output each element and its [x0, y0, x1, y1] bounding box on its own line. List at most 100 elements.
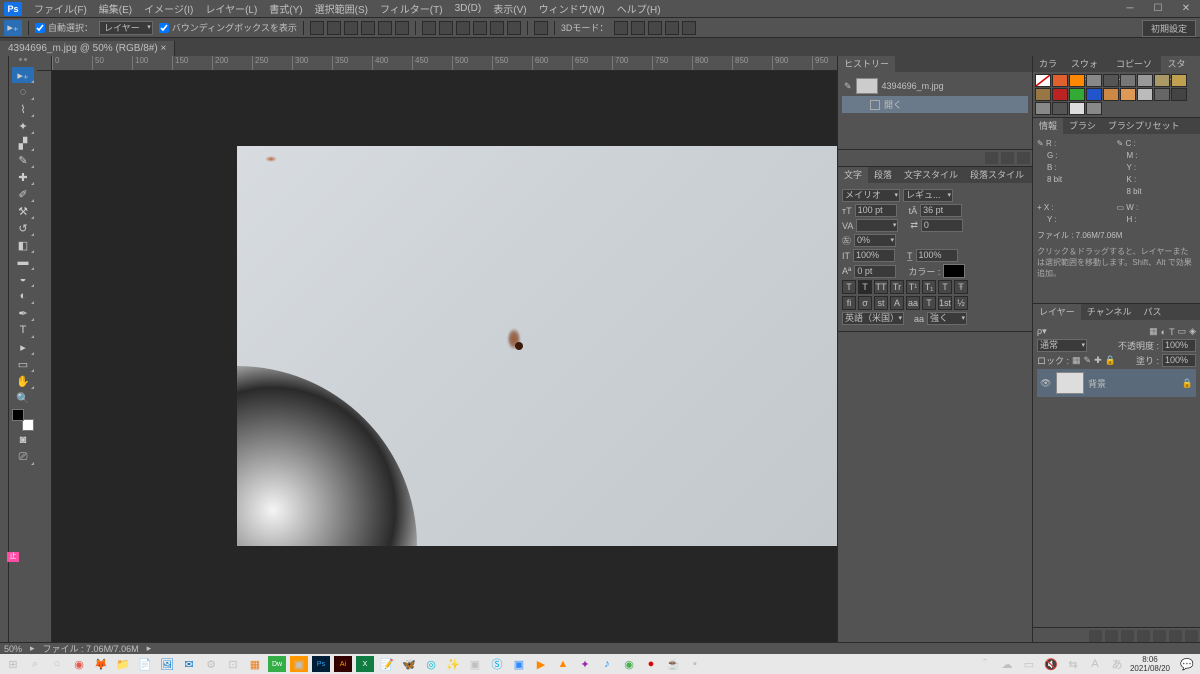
tray-battery-icon[interactable]: ▭ — [1020, 656, 1038, 672]
menu-edit[interactable]: 編集(E) — [93, 1, 138, 16]
new-snapshot-icon[interactable] — [985, 152, 998, 164]
align-icons[interactable] — [310, 21, 409, 35]
swatch[interactable] — [1086, 88, 1102, 101]
ruler-horizontal[interactable]: 0501001502002503003504004505005506006507… — [52, 56, 837, 71]
swatches-tab[interactable]: スウォッチ — [1065, 56, 1110, 72]
menu-view[interactable]: 表示(V) — [487, 1, 532, 16]
hscale-field[interactable]: 100% — [916, 249, 958, 262]
styles-tab[interactable]: スタイル — [1161, 56, 1200, 72]
menu-image[interactable]: イメージ(I) — [138, 1, 199, 16]
swatch[interactable] — [1069, 74, 1085, 87]
ordinals-btn[interactable]: aa — [906, 296, 920, 310]
swatch[interactable] — [1052, 88, 1068, 101]
fg-bg-color[interactable] — [12, 409, 34, 431]
eyedropper-tool[interactable]: ✎ — [12, 152, 34, 168]
filter-adj-icon[interactable]: ◐ — [1161, 327, 1166, 337]
excel-icon[interactable]: X — [356, 656, 374, 672]
history-brush-tool[interactable]: ↺ — [12, 220, 34, 236]
swatch[interactable] — [1171, 74, 1187, 87]
layer-name[interactable]: 背景 — [1088, 377, 1106, 390]
pink-tag[interactable]: 止 — [7, 552, 19, 562]
photoshop-icon[interactable]: Ps — [312, 656, 330, 672]
swatch[interactable] — [1086, 74, 1102, 87]
group-icon[interactable] — [1153, 630, 1166, 642]
info-tab[interactable]: 情報 — [1033, 118, 1063, 134]
text-color-swatch[interactable] — [943, 264, 965, 278]
illustrator-icon[interactable]: Ai — [334, 656, 352, 672]
bbox-checkbox[interactable]: バウンディングボックスを表示 — [159, 21, 297, 34]
menu-3d[interactable]: 3D(D) — [449, 3, 488, 14]
app6-icon[interactable]: ✦ — [576, 656, 594, 672]
parastyle-tab[interactable]: 段落スタイル — [964, 167, 1030, 183]
filter-smart-icon[interactable]: ◈ — [1189, 326, 1196, 337]
underline-btn[interactable]: T — [938, 280, 952, 294]
swatch[interactable] — [1154, 74, 1170, 87]
leading-field[interactable]: 36 pt — [920, 204, 962, 217]
move-tool[interactable]: ▸₊ — [12, 67, 34, 83]
para-tab[interactable]: 段落 — [868, 167, 898, 183]
distribute-icons[interactable] — [422, 21, 521, 35]
vlc-icon[interactable]: ▲ — [554, 656, 572, 672]
active-tool-icon[interactable]: ▸₊ — [4, 20, 22, 36]
shape-tool[interactable]: ▭ — [12, 356, 34, 372]
start-icon[interactable]: ⊞ — [4, 656, 22, 672]
app-icon[interactable]: ▦ — [246, 656, 264, 672]
visibility-icon[interactable]: 👁 — [1040, 378, 1052, 388]
alt-btn[interactable]: σ — [858, 296, 872, 310]
menu-type[interactable]: 書式(Y) — [263, 1, 308, 16]
settings-icon[interactable]: ⚙ — [202, 656, 220, 672]
screenmode-tool[interactable]: ⎚ — [12, 449, 34, 465]
crop-tool[interactable]: ▞ — [12, 135, 34, 151]
marquee-tool[interactable]: ◌ — [12, 84, 34, 100]
tray-volume-icon[interactable]: 🔇 — [1042, 656, 1060, 672]
music-icon[interactable]: ♪ — [598, 656, 616, 672]
layer-row[interactable]: 👁 背景 🔒 — [1037, 369, 1196, 397]
tsume-field[interactable]: 0% — [854, 234, 896, 247]
adjustment-icon[interactable] — [1137, 630, 1150, 642]
window-maximize[interactable]: ☐ — [1144, 0, 1172, 18]
trash-icon[interactable] — [1017, 152, 1030, 164]
magic-wand-tool[interactable]: ✦ — [12, 118, 34, 134]
outlook-icon[interactable]: ✉ — [180, 656, 198, 672]
blend-mode-dropdown[interactable]: 通常 — [1037, 339, 1087, 352]
menu-layer[interactable]: レイヤー(L) — [199, 1, 263, 16]
zoom-tool[interactable]: 🔍 — [12, 390, 34, 406]
copysource-tab[interactable]: コピーソース — [1110, 56, 1161, 72]
swatch[interactable] — [1137, 88, 1153, 101]
titling-btn[interactable]: A — [890, 296, 904, 310]
contextual-btn[interactable]: T — [922, 296, 936, 310]
swatch[interactable] — [1171, 88, 1187, 101]
swatch[interactable] — [1137, 74, 1153, 87]
status-arrow2-icon[interactable]: ▸ — [147, 643, 152, 654]
font-size-field[interactable]: 100 pt — [855, 204, 897, 217]
firefox-icon[interactable]: 🦊 — [92, 656, 110, 672]
photos-icon[interactable]: 🖼 — [158, 656, 176, 672]
subscript-btn[interactable]: T₁ — [922, 280, 936, 294]
swatch[interactable] — [1120, 88, 1136, 101]
swatch[interactable] — [1120, 74, 1136, 87]
auto-select-checkbox[interactable]: 自動選択： — [35, 21, 93, 34]
status-arrow-icon[interactable]: ▸ — [30, 643, 35, 654]
lock-pixels-icon[interactable]: ▦ — [1072, 355, 1081, 366]
menu-select[interactable]: 選択範囲(S) — [309, 1, 374, 16]
vscale-field[interactable]: 100% — [853, 249, 895, 262]
filter-shape-icon[interactable]: ▭ — [1178, 326, 1187, 337]
canvas-image[interactable] — [237, 146, 837, 546]
path-select-tool[interactable]: ▸ — [12, 339, 34, 355]
zoom-icon[interactable]: ▣ — [510, 656, 528, 672]
fractions-btn[interactable]: 1st — [938, 296, 952, 310]
channels-tab[interactable]: チャンネル — [1081, 304, 1138, 320]
swatch[interactable] — [1154, 88, 1170, 101]
dodge-tool[interactable]: ◐ — [12, 288, 34, 304]
notepad-icon[interactable]: 📄 — [136, 656, 154, 672]
pen-tool[interactable]: ✒ — [12, 305, 34, 321]
app5-icon[interactable]: ▣ — [466, 656, 484, 672]
menu-window[interactable]: ウィンドウ(W) — [533, 1, 611, 16]
swatch[interactable] — [1035, 74, 1051, 87]
brush-preset-tab[interactable]: ブラシプリセット — [1102, 118, 1186, 134]
lasso-tool[interactable]: ⌇ — [12, 101, 34, 117]
tray-cloud-icon[interactable]: ☁ — [998, 656, 1016, 672]
dreamweaver-icon[interactable]: Dw — [268, 656, 286, 672]
quickmask-tool[interactable]: ◙ — [12, 432, 34, 448]
bold-btn[interactable]: T — [842, 280, 856, 294]
